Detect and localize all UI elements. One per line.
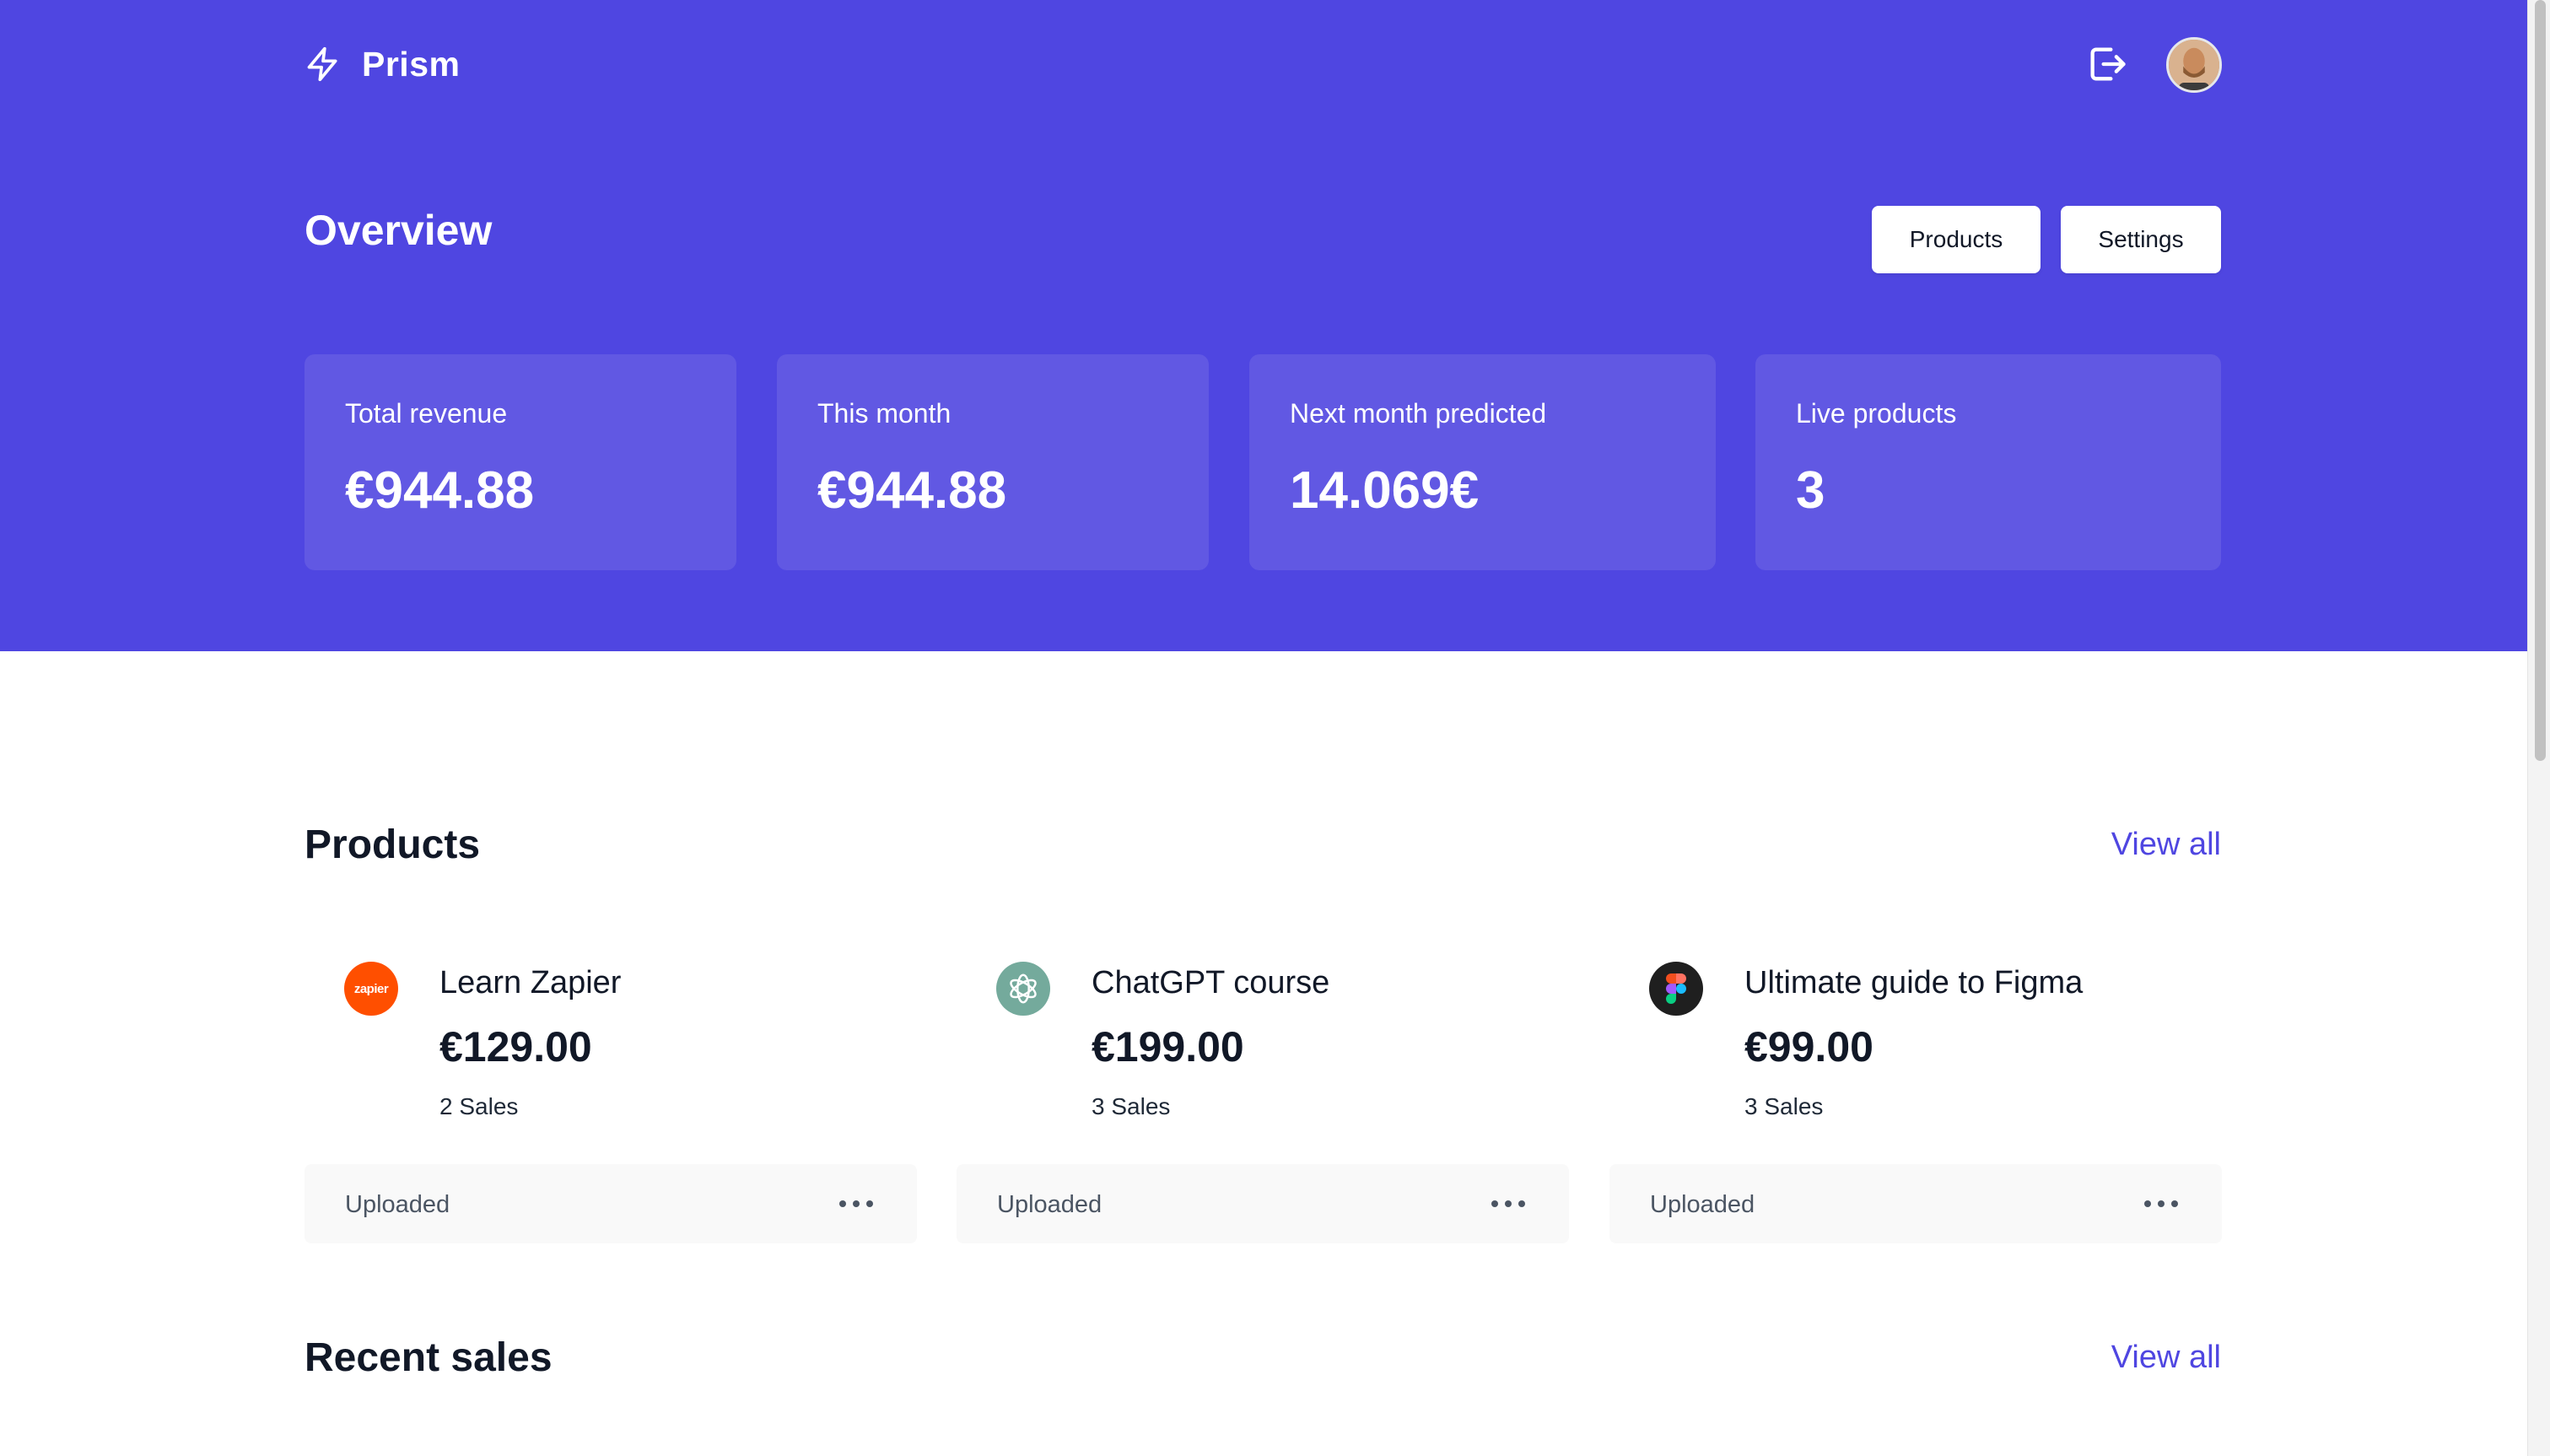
avatar-image: [2169, 40, 2219, 90]
stat-card-live-products: Live products 3: [1755, 354, 2221, 570]
figma-logo-icon: [1649, 962, 1703, 1016]
stat-label: Live products: [1796, 398, 1957, 429]
stat-card-total-revenue: Total revenue €944.88: [305, 354, 736, 570]
dashboard-page: Prism Overview Products Settings Total r…: [0, 0, 2550, 1456]
stat-label: Total revenue: [345, 398, 508, 429]
product-sales-count: 3 Sales: [1744, 1093, 1824, 1119]
stat-label: This month: [817, 398, 952, 429]
settings-button[interactable]: Settings: [2061, 206, 2221, 273]
more-options-icon[interactable]: [1491, 1191, 1525, 1216]
product-price: €199.00: [1092, 1023, 1244, 1070]
recent-sales-section-title: Recent sales: [305, 1335, 553, 1380]
product-name[interactable]: Learn Zapier: [439, 965, 621, 1001]
product-status: Uploaded: [1650, 1191, 1755, 1218]
stat-label: Next month predicted: [1290, 398, 1547, 429]
products-view-all-link[interactable]: View all: [2111, 827, 2221, 863]
stat-card-next-month-predicted: Next month predicted 14.069€: [1249, 354, 1716, 570]
vertical-scrollbar[interactable]: [2527, 0, 2550, 1456]
stat-value: 3: [1796, 461, 1825, 520]
product-price: €99.00: [1744, 1023, 1873, 1070]
product-card-chatgpt-course[interactable]: ChatGPT course €199.00 3 Sales Uploaded: [957, 945, 1569, 1243]
product-card-footer: Uploaded: [957, 1164, 1569, 1243]
page-title: Overview: [305, 207, 493, 254]
product-sales-count: 3 Sales: [1092, 1093, 1171, 1119]
user-avatar[interactable]: [2166, 37, 2222, 93]
stat-value: €944.88: [345, 461, 535, 520]
products-button[interactable]: Products: [1872, 206, 2041, 273]
stat-card-this-month: This month €944.88: [777, 354, 1209, 570]
products-section-title: Products: [305, 822, 481, 867]
scrollbar-thumb[interactable]: [2535, 0, 2546, 761]
product-card-learn-zapier[interactable]: zapier Learn Zapier €129.00 2 Sales Uplo…: [305, 945, 917, 1243]
stat-value: €944.88: [817, 461, 1007, 520]
product-sales-count: 2 Sales: [439, 1093, 519, 1119]
logout-icon[interactable]: [2084, 42, 2130, 86]
hero-banner: Prism Overview Products Settings Total r…: [0, 0, 2527, 651]
brand[interactable]: Prism: [305, 42, 460, 86]
lightning-bolt-icon: [307, 46, 337, 82]
app-name: Prism: [362, 44, 461, 84]
more-options-icon[interactable]: [839, 1191, 873, 1216]
product-status: Uploaded: [345, 1191, 450, 1218]
product-card-footer: Uploaded: [1609, 1164, 2222, 1243]
product-name[interactable]: ChatGPT course: [1092, 965, 1329, 1001]
recent-sales-view-all-link[interactable]: View all: [2111, 1340, 2221, 1376]
product-status: Uploaded: [997, 1191, 1102, 1218]
chatgpt-logo-icon: [996, 962, 1050, 1016]
product-name[interactable]: Ultimate guide to Figma: [1744, 965, 2083, 1001]
more-options-icon[interactable]: [2144, 1191, 2178, 1216]
product-card-footer: Uploaded: [305, 1164, 917, 1243]
product-price: €129.00: [439, 1023, 592, 1070]
zapier-logo-icon: zapier: [344, 962, 398, 1016]
product-card-figma-guide[interactable]: Ultimate guide to Figma €99.00 3 Sales U…: [1609, 945, 2222, 1243]
stat-value: 14.069€: [1290, 461, 1480, 520]
